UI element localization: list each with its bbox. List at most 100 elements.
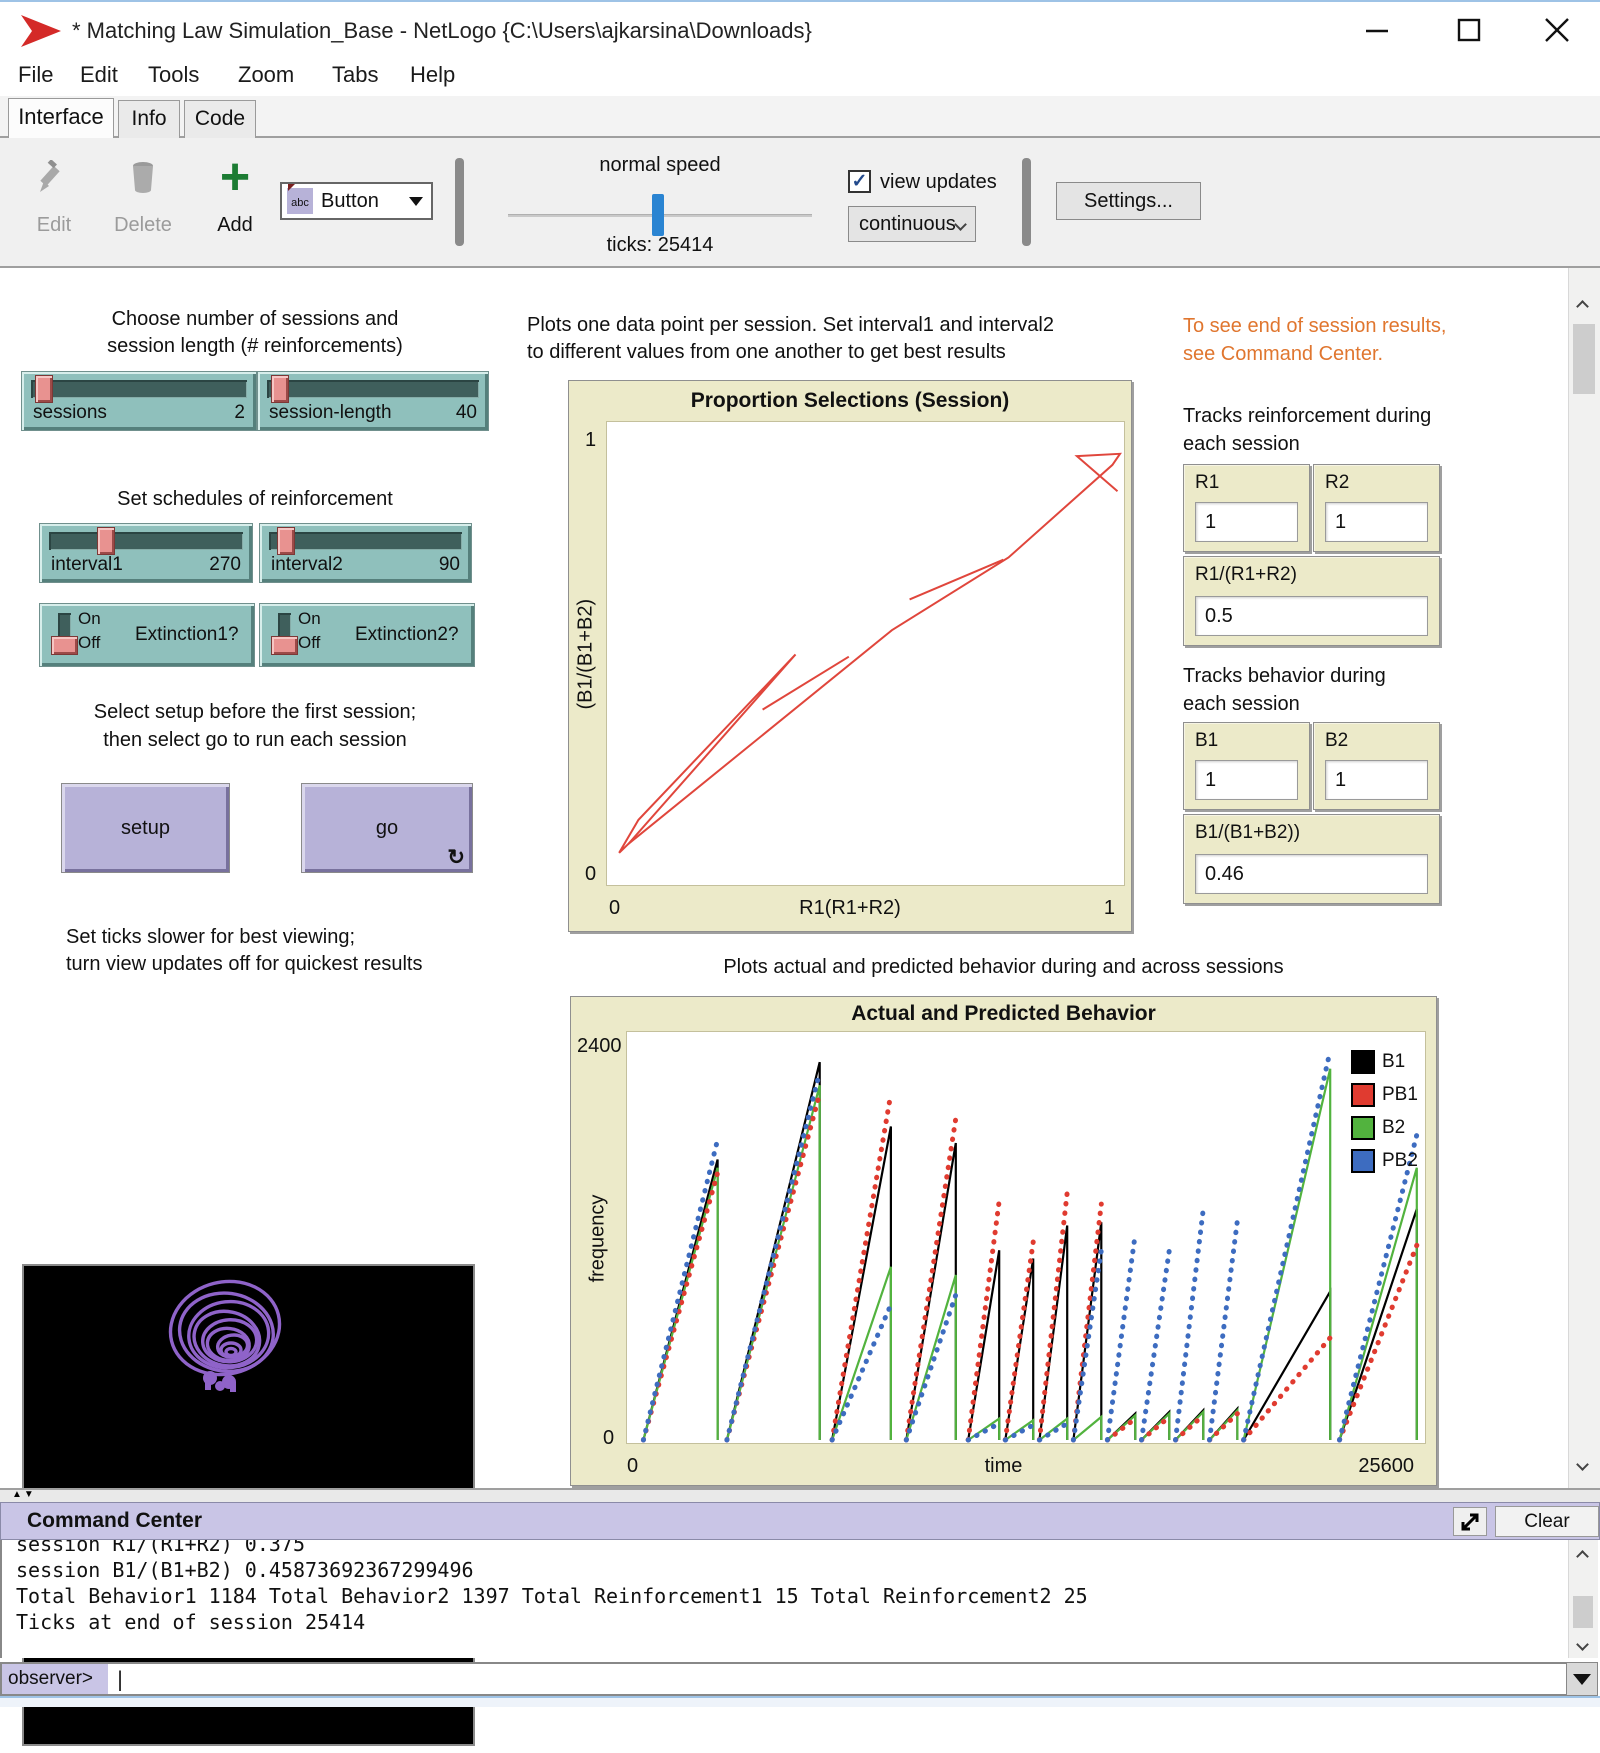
toolbar-separator bbox=[455, 158, 464, 246]
legend-label: PB2 bbox=[1382, 1150, 1418, 1172]
toolbar: Edit Delete + Add abc Button normal spee… bbox=[0, 138, 1600, 268]
interface-canvas: Choose number of sessions andsession len… bbox=[0, 268, 1568, 1488]
slider-handle[interactable] bbox=[278, 528, 294, 554]
note-ticks-viewing: Set ticks slower for best viewing;turn v… bbox=[66, 924, 422, 978]
command-center-title: Command Center bbox=[27, 1509, 202, 1533]
menu-zoom[interactable]: Zoom bbox=[238, 62, 294, 88]
netlogo-logo-icon bbox=[20, 14, 62, 48]
switch-knob[interactable] bbox=[52, 637, 77, 654]
slider-handle[interactable] bbox=[36, 376, 52, 402]
speed-slider-label: normal speed bbox=[510, 154, 810, 177]
plot2-ymax: 2400 bbox=[577, 1035, 622, 1058]
splitter-toggle-icons[interactable]: ▲▼ bbox=[12, 1489, 36, 1500]
command-scrollbar[interactable] bbox=[1568, 1540, 1598, 1658]
legend-swatch-icon bbox=[1351, 1050, 1375, 1074]
reinforcement-title: Tracks reinforcement during each session bbox=[1183, 402, 1431, 458]
plot-proportion-selections[interactable]: Proportion Selections (Session) 1 0 (B1/… bbox=[568, 380, 1132, 932]
close-button[interactable] bbox=[1532, 12, 1582, 48]
menu-bar: File Edit Tools Zoom Tabs Help bbox=[0, 58, 1600, 96]
maximize-button[interactable] bbox=[1444, 12, 1494, 48]
scrollbar-thumb[interactable] bbox=[1573, 324, 1595, 394]
setup-button[interactable]: setup bbox=[62, 784, 229, 872]
monitor-r1-ratio: R1/(R1+R2)0.5 bbox=[1183, 556, 1440, 646]
slider-sessions[interactable]: sessions2 bbox=[22, 372, 256, 430]
slider-interval1[interactable]: interval1270 bbox=[40, 524, 252, 582]
observer-label: observer> bbox=[2, 1664, 108, 1694]
switch-extinction2[interactable]: On Off Extinction2? bbox=[260, 604, 474, 666]
menu-help[interactable]: Help bbox=[410, 62, 455, 88]
note-setup-go: Select setup before the first session;th… bbox=[22, 698, 488, 754]
monitor-b1: B11 bbox=[1183, 722, 1310, 810]
window-bottom-edge bbox=[0, 1696, 1600, 1707]
note-sessions: Choose number of sessions andsession len… bbox=[22, 306, 488, 360]
delete-button[interactable]: Delete bbox=[108, 214, 178, 237]
widget-type-value: Button bbox=[321, 190, 409, 213]
view-updates-label: view updates bbox=[880, 171, 997, 194]
plot2-xmax: 25600 bbox=[1358, 1455, 1414, 1478]
menu-tools[interactable]: Tools bbox=[148, 62, 199, 88]
add-plus-icon[interactable]: + bbox=[210, 148, 260, 206]
behavior-title: Tracks behavior during each session bbox=[1183, 662, 1386, 718]
plot-actual-predicted[interactable]: Actual and Predicted Behavior 2400 0 fre… bbox=[570, 996, 1437, 1486]
speed-slider-handle[interactable] bbox=[652, 194, 664, 236]
legend-item: B2 bbox=[1351, 1111, 1418, 1144]
go-button[interactable]: go ↻ bbox=[302, 784, 472, 872]
legend-swatch-icon bbox=[1351, 1116, 1375, 1140]
scroll-down-icon[interactable] bbox=[1576, 1638, 1589, 1651]
edit-button[interactable]: Edit bbox=[24, 214, 84, 237]
widget-type-dropdown[interactable]: abc Button bbox=[280, 182, 433, 220]
scroll-up-icon[interactable] bbox=[1576, 1550, 1589, 1563]
command-history-dropdown[interactable] bbox=[1566, 1662, 1598, 1696]
legend-label: PB1 bbox=[1382, 1084, 1418, 1106]
slider-session-length[interactable]: session-length40 bbox=[258, 372, 488, 430]
scroll-down-icon[interactable] bbox=[1576, 1458, 1589, 1471]
switch-knob[interactable] bbox=[272, 637, 297, 654]
note-schedules: Set schedules of reinforcement bbox=[22, 486, 488, 513]
slider-handle[interactable] bbox=[272, 376, 288, 402]
toolbar-separator-2 bbox=[1022, 158, 1031, 246]
slider-handle[interactable] bbox=[98, 528, 114, 554]
forever-icon: ↻ bbox=[447, 845, 465, 870]
settings-button[interactable]: Settings... bbox=[1056, 182, 1201, 220]
triangle-down-icon bbox=[1573, 1674, 1591, 1685]
update-mode-value: continuous bbox=[859, 213, 956, 236]
tab-bar: Interface Info Code bbox=[0, 96, 1600, 138]
plot1-xlabel: R1(R1+R2) bbox=[569, 897, 1131, 920]
update-mode-dropdown[interactable]: continuous bbox=[848, 206, 976, 242]
menu-file[interactable]: File bbox=[18, 62, 53, 88]
tab-interface[interactable]: Interface bbox=[8, 98, 114, 138]
menu-edit[interactable]: Edit bbox=[80, 62, 118, 88]
command-center-splitter[interactable]: ▲▼ bbox=[0, 1488, 1600, 1502]
plot2-ylabel: frequency bbox=[587, 1184, 610, 1294]
command-input[interactable]: | bbox=[108, 1664, 1566, 1694]
expand-icon[interactable] bbox=[1453, 1507, 1487, 1536]
edit-pencil-icon[interactable] bbox=[36, 160, 68, 194]
legend-label: B2 bbox=[1382, 1117, 1405, 1139]
plot1-ymin: 0 bbox=[585, 863, 596, 886]
add-button[interactable]: Add bbox=[210, 214, 260, 237]
main-scrollbar[interactable] bbox=[1568, 268, 1600, 1488]
clear-button[interactable]: Clear bbox=[1495, 1506, 1599, 1537]
legend-label: B1 bbox=[1382, 1051, 1405, 1073]
menu-tabs[interactable]: Tabs bbox=[332, 62, 378, 88]
command-center-header: Command Center Clear bbox=[0, 1502, 1600, 1540]
delete-trash-icon[interactable] bbox=[128, 158, 158, 194]
tab-code[interactable]: Code bbox=[184, 100, 256, 138]
legend-item: PB2 bbox=[1351, 1144, 1418, 1177]
view-updates-checkbox[interactable]: ✓ bbox=[848, 170, 871, 193]
minimize-button[interactable] bbox=[1352, 12, 1402, 48]
scrollbar-thumb[interactable] bbox=[1573, 1596, 1593, 1628]
scroll-up-icon[interactable] bbox=[1576, 300, 1589, 313]
tab-info[interactable]: Info bbox=[118, 100, 180, 138]
note-plot2: Plots actual and predicted behavior duri… bbox=[570, 954, 1437, 981]
slider-interval2[interactable]: interval290 bbox=[260, 524, 471, 582]
command-output[interactable]: session R1/(R1+R2) 0.375 session B1/(B1+… bbox=[0, 1540, 1568, 1658]
note-plot1: Plots one data point per session. Set in… bbox=[527, 312, 1054, 366]
legend-item: PB1 bbox=[1351, 1078, 1418, 1111]
monitor-r1: R11 bbox=[1183, 464, 1310, 552]
plot1-ymax: 1 bbox=[585, 429, 596, 452]
switch-extinction1[interactable]: On Off Extinction1? bbox=[40, 604, 254, 666]
title-bar: * Matching Law Simulation_Base - NetLogo… bbox=[0, 0, 1600, 58]
dropdown-caret-icon bbox=[409, 197, 423, 206]
legend-item: B1 bbox=[1351, 1045, 1418, 1078]
